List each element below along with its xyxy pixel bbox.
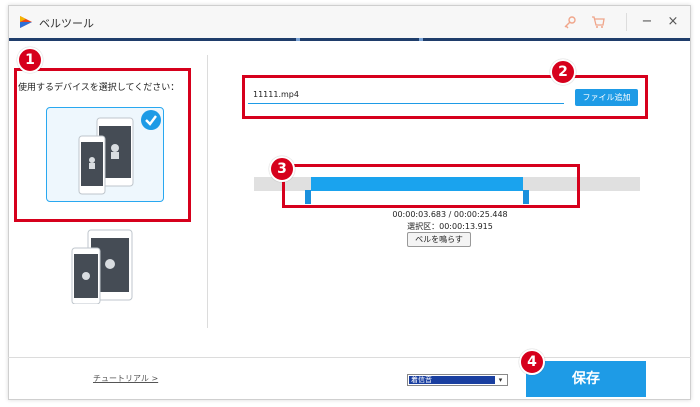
tab-strip	[9, 38, 690, 41]
titlebar-separator	[626, 13, 627, 31]
callout-box-1	[14, 68, 191, 222]
selection-length-readout: 選択区：00:00:13.915	[407, 222, 493, 231]
chevron-down-icon: ▾	[498, 376, 503, 384]
play-ringtone-button[interactable]: ベルを鳴らす	[407, 232, 471, 247]
minimize-button[interactable]: −	[638, 13, 656, 31]
callout-badge-1: 1	[17, 47, 43, 73]
tab-marker	[419, 38, 423, 41]
callout-badge-4: 4	[519, 349, 545, 375]
close-button[interactable]: ×	[664, 13, 682, 31]
callout-box-2	[242, 75, 648, 119]
panel-divider	[207, 55, 208, 328]
position-duration-readout: 00:00:03.683 / 00:00:25.448	[392, 210, 508, 219]
footer-divider	[8, 357, 691, 358]
callout-badge-3: 3	[269, 156, 295, 182]
callout-badge-2: 2	[550, 59, 576, 85]
format-dropdown[interactable]: 着信音 ▾	[407, 374, 508, 386]
apple-devices-icon	[71, 229, 133, 305]
callout-box-3	[282, 164, 580, 208]
tutorial-link[interactable]: チュートリアル >	[93, 373, 158, 384]
cart-icon[interactable]	[591, 15, 605, 29]
device-option-apple[interactable]	[70, 228, 140, 305]
tab-marker	[296, 38, 300, 41]
window-title: ベルツール	[39, 17, 94, 30]
title-bar: ベルツール − ×	[9, 6, 690, 38]
app-logo-icon	[20, 16, 32, 28]
format-selected-value: 着信音	[409, 376, 495, 384]
key-icon[interactable]	[563, 15, 577, 29]
